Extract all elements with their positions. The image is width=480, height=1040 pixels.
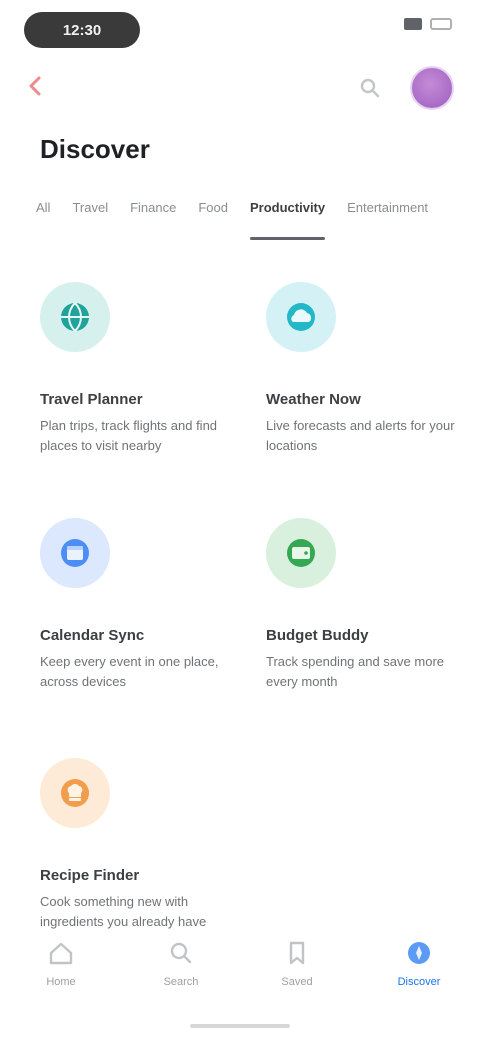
search-icon	[170, 942, 192, 964]
card-description: Plan trips, track flights and find place…	[40, 418, 218, 453]
chef-hat-icon	[61, 779, 89, 807]
avatar[interactable]	[410, 66, 454, 110]
card-title: Travel Planner	[40, 391, 143, 408]
app-card-calendar-sync[interactable]: Calendar Sync Keep every event in one pl…	[40, 518, 240, 728]
compass-icon	[408, 942, 430, 964]
card-icon-bg	[266, 282, 336, 352]
card-description: Live forecasts and alerts for your locat…	[266, 418, 455, 453]
app-card-travel-planner[interactable]: Travel Planner Plan trips, track flights…	[40, 282, 240, 492]
magnifier-icon	[360, 78, 380, 98]
tab-entertainment[interactable]: Entertainment	[347, 194, 428, 240]
wallet-icon	[287, 539, 315, 567]
status-time: 12:30	[62, 21, 102, 39]
card-icon-bg	[40, 518, 110, 588]
signal-icon	[404, 18, 422, 30]
nav-label: Discover	[397, 976, 441, 988]
nav-label: Home	[46, 976, 76, 988]
globe-icon	[61, 302, 89, 332]
tab-food[interactable]: Food	[198, 194, 228, 240]
app-bar	[0, 62, 480, 114]
bottom-navigation: Home Search Saved Discover	[0, 938, 480, 1008]
home-icon	[49, 942, 73, 965]
card-title: Recipe Finder	[40, 867, 140, 884]
card-icon-bg	[40, 758, 110, 828]
back-arrow-icon	[29, 76, 41, 96]
card-icon-bg	[266, 518, 336, 588]
calendar-icon	[61, 539, 89, 567]
nav-label: Saved	[281, 976, 313, 988]
app-card-budget-buddy[interactable]: Budget Buddy Track spending and save mor…	[266, 518, 466, 728]
card-description: Track spending and save more every month	[266, 654, 445, 689]
app-card-weather-now[interactable]: Weather Now Live forecasts and alerts fo…	[266, 282, 466, 492]
tab-all[interactable]: All	[36, 194, 50, 240]
tab-finance[interactable]: Finance	[130, 194, 176, 240]
card-title: Budget Buddy	[266, 627, 369, 644]
app-card-recipe-finder[interactable]: Recipe Finder Cook something new with in…	[40, 758, 240, 968]
bookmark-icon	[289, 941, 305, 965]
search-icon[interactable]	[352, 70, 388, 106]
card-description: Keep every event in one place, across de…	[40, 654, 219, 689]
card-title: Calendar Sync	[40, 627, 145, 644]
card-title: Weather Now	[266, 391, 361, 408]
tab-productivity[interactable]: Productivity	[249, 194, 326, 240]
status-bar: 12:30	[0, 0, 480, 56]
page-title: Discover	[40, 134, 150, 164]
status-indicators	[404, 18, 452, 30]
nav-item-search[interactable]: Search	[146, 938, 216, 1008]
nav-item-discover[interactable]: Discover	[384, 938, 454, 1008]
card-icon-bg	[40, 282, 110, 352]
card-description: Cook something new with ingredients you …	[40, 894, 207, 929]
category-tabs: All Travel Finance Food Productivity Ent…	[36, 194, 466, 244]
battery-icon	[430, 18, 452, 30]
nav-item-home[interactable]: Home	[26, 938, 96, 1008]
tab-travel[interactable]: Travel	[72, 194, 108, 240]
nav-item-saved[interactable]: Saved	[262, 938, 332, 1008]
status-time-pill: 12:30	[24, 12, 140, 48]
gesture-handle	[190, 1024, 290, 1028]
nav-label: Search	[163, 976, 199, 988]
back-icon[interactable]	[20, 70, 52, 102]
cloud-icon	[287, 303, 315, 331]
